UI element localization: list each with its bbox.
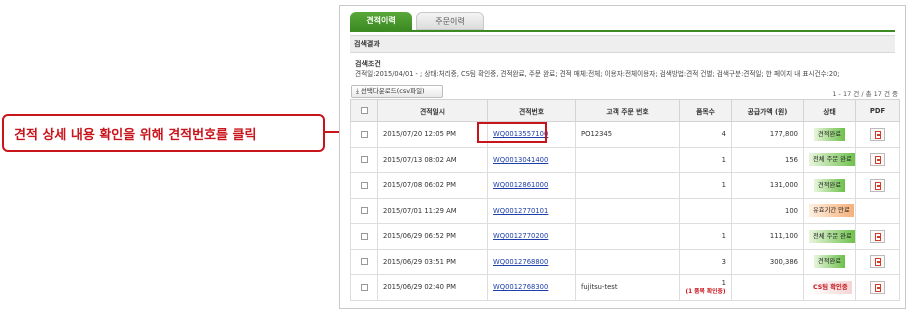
- customer-order-number: [575, 223, 680, 250]
- quote-history-panel: 견적이력 주문이력 검색결과 검색조건 견적일:2015/04/01 - ; 상…: [339, 5, 906, 309]
- pdf-icon[interactable]: [870, 178, 885, 192]
- pdf-icon[interactable]: [870, 229, 885, 243]
- customer-order-number: [575, 248, 680, 275]
- search-conditions-text: 견적일:2015/04/01 - ; 상태:처리중, CS팀 확인중, 견적완료…: [355, 70, 840, 78]
- status-badge: CS팀 확인중: [809, 280, 852, 294]
- item-count: 1: [679, 146, 732, 173]
- section-title: 검색결과: [350, 35, 895, 53]
- customer-order-number: [575, 197, 680, 224]
- item-count: 1: [679, 172, 732, 199]
- status-badge: 전체 주문 완료: [809, 229, 855, 243]
- row-checkbox[interactable]: [360, 130, 368, 138]
- item-count: 4: [679, 121, 732, 148]
- quote-number-link[interactable]: WQ0013041400: [493, 156, 548, 164]
- quote-date: 2015/07/20 12:05 PM: [377, 121, 488, 148]
- header-quote-date: 견적일시: [377, 99, 488, 122]
- customer-order-number: PO12345: [575, 121, 680, 148]
- supply-amount: 177,800: [731, 121, 804, 148]
- table-row: 2015/07/13 08:02 AM WQ0013041400 1 156 전…: [350, 146, 900, 173]
- quote-date: 2015/06/29 02:40 PM: [377, 274, 488, 301]
- quote-date: 2015/07/08 06:02 PM: [377, 172, 488, 199]
- download-icon: ⤓: [356, 87, 359, 95]
- supply-amount: 131,000: [731, 172, 804, 199]
- row-checkbox[interactable]: [360, 181, 368, 189]
- customer-order-number: [575, 146, 680, 173]
- table-row: 2015/06/29 03:51 PM WQ0012768800 3 300,3…: [350, 248, 900, 275]
- row-checkbox[interactable]: [360, 156, 368, 164]
- quote-table: 견적일시 견적번호 고객 주문 번호 품목수 공급가액 (원) 상태 PDF 2…: [350, 99, 900, 301]
- download-button-label: 선택다운로드(csv파일): [360, 87, 425, 95]
- quote-number-link[interactable]: WQ0012768800: [493, 258, 548, 266]
- callout-text: 견적 상세 내용 확인을 위해 견적번호를 클릭: [14, 127, 257, 143]
- pdf-icon[interactable]: [870, 127, 885, 141]
- item-count: [679, 197, 732, 224]
- customer-order-number: fujitsu-test: [575, 274, 680, 301]
- supply-amount: 156: [731, 146, 804, 173]
- quote-number-link[interactable]: WQ0012770200: [493, 232, 548, 240]
- item-count: 1: [721, 279, 726, 288]
- quote-date: 2015/06/29 06:52 PM: [377, 223, 488, 250]
- download-selected-button[interactable]: ⤓ 선택다운로드(csv파일): [351, 85, 443, 98]
- tab-underline: [350, 30, 895, 32]
- header-supply-amount: 공급가액 (원): [731, 99, 804, 122]
- tab-order-history[interactable]: 주문이력: [416, 12, 484, 30]
- quote-date: 2015/07/01 11:29 AM: [377, 197, 488, 224]
- table-header-row: 견적일시 견적번호 고객 주문 번호 품목수 공급가액 (원) 상태 PDF: [350, 99, 900, 122]
- table-row: 2015/06/29 02:40 PM WQ0012768300 fujitsu…: [350, 274, 900, 301]
- select-all-header: [350, 99, 378, 122]
- item-count-cell: 1 (1 품목 확인중): [679, 274, 732, 301]
- header-item-count: 품목수: [679, 99, 732, 122]
- supply-amount: 100: [731, 197, 804, 224]
- status-badge: 견적완료: [813, 255, 846, 269]
- instruction-callout: 견적 상세 내용 확인을 위해 견적번호를 클릭: [2, 114, 325, 152]
- item-count-note: (1 품목 확인중): [685, 289, 726, 296]
- quote-number-highlight: [477, 122, 547, 143]
- status-badge: 전체 주문 완료: [809, 153, 855, 167]
- supply-amount: 300,386: [731, 248, 804, 275]
- quote-number-link[interactable]: WQ0012770101: [493, 207, 548, 215]
- supply-amount: 111,100: [731, 223, 804, 250]
- table-row: 2015/07/20 12:05 PM WQ0013557100 PO12345…: [350, 121, 900, 148]
- quote-date: 2015/06/29 03:51 PM: [377, 248, 488, 275]
- select-all-checkbox[interactable]: [360, 107, 368, 114]
- supply-amount: [731, 274, 804, 301]
- header-status: 상태: [803, 99, 856, 122]
- tab-quote-history[interactable]: 견적이력: [350, 12, 412, 30]
- row-checkbox[interactable]: [360, 232, 368, 240]
- status-badge: 견적완료: [813, 178, 846, 192]
- quote-number-link[interactable]: WQ0012861000: [493, 181, 548, 189]
- status-badge: 유효기간 만료: [809, 204, 854, 218]
- pdf-icon[interactable]: [870, 280, 885, 294]
- header-customer-order-number: 고객 주문 번호: [575, 99, 680, 122]
- item-count: 1: [679, 223, 732, 250]
- pdf-icon[interactable]: [870, 255, 885, 269]
- table-row: 2015/06/29 06:52 PM WQ0012770200 1 111,1…: [350, 223, 900, 250]
- header-pdf: PDF: [855, 99, 900, 122]
- pdf-icon[interactable]: [870, 153, 885, 167]
- row-checkbox[interactable]: [360, 258, 368, 266]
- quote-number-link[interactable]: WQ0012768300: [493, 283, 548, 291]
- customer-order-number: [575, 172, 680, 199]
- paging-info: 1 - 17 건 / 총 17 건 중: [832, 90, 898, 98]
- status-badge: 견적완료: [813, 127, 846, 141]
- row-checkbox[interactable]: [360, 283, 368, 291]
- table-row: 2015/07/01 11:29 AM WQ0012770101 100 유효기…: [350, 197, 900, 224]
- quote-date: 2015/07/13 08:02 AM: [377, 146, 488, 173]
- item-count: 3: [679, 248, 732, 275]
- row-checkbox[interactable]: [360, 207, 368, 215]
- table-row: 2015/07/08 06:02 PM WQ0012861000 1 131,0…: [350, 172, 900, 199]
- header-quote-number: 견적번호: [487, 99, 576, 122]
